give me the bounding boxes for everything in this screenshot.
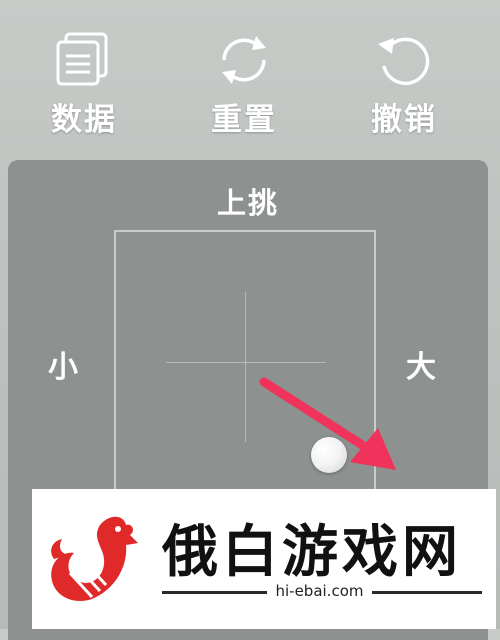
rooster-logo-icon (51, 516, 138, 601)
watermark-banner: 俄白游戏网 hi-ebai.com (32, 489, 496, 629)
brand-name: 俄白游戏网 (162, 519, 462, 585)
divider-left (162, 591, 267, 594)
divider-right (372, 591, 482, 594)
brand-url: hi-ebai.com (275, 582, 364, 600)
